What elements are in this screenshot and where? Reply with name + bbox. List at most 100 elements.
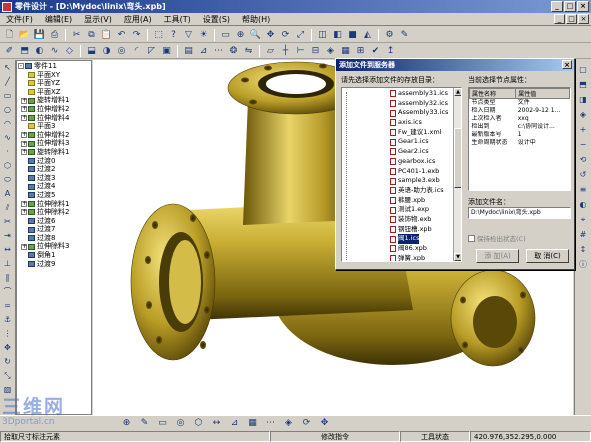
file-list-item[interactable]: 钢钮槽.xpb <box>390 225 460 235</box>
tree-item[interactable]: + 拉伸增料2 <box>17 105 91 114</box>
dialog-close-button[interactable]: × <box>562 60 572 69</box>
bottom-tool-6-icon[interactable]: ↔ <box>210 417 223 430</box>
tree-item[interactable]: 平面YZ <box>17 79 91 88</box>
measure-icon[interactable]: ⊢ <box>294 44 307 57</box>
pointer-icon[interactable]: ↖ <box>1 62 14 74</box>
undo-icon[interactable]: ↶ <box>115 28 128 41</box>
tree-item[interactable]: 过渡0 <box>17 157 91 166</box>
fillet-icon[interactable]: ◜ <box>130 44 143 57</box>
library-icon[interactable]: ▦ <box>339 44 352 57</box>
file-list-item[interactable]: 弹簧.xpb <box>390 254 460 261</box>
cancel-button[interactable]: 取 消(C) <box>526 249 569 263</box>
menu-settings[interactable]: 设置(S) <box>203 14 230 25</box>
file-list-item[interactable]: sample3.exb <box>390 176 460 186</box>
grid-icon[interactable]: # <box>577 229 590 241</box>
file-list-item[interactable]: Gear1.ics <box>390 137 460 147</box>
arc-icon[interactable]: ◠ <box>1 118 14 130</box>
fix-icon[interactable]: ⚓ <box>1 314 14 326</box>
menu-edit[interactable]: 编辑(E) <box>45 14 72 25</box>
menu-tools[interactable]: 工具(T) <box>164 14 191 25</box>
file-list-item[interactable]: 阀1.ics <box>390 234 460 245</box>
bottom-tool-12-icon[interactable]: ✥ <box>318 417 331 430</box>
redo-icon[interactable]: ↷ <box>130 28 143 41</box>
offset-icon[interactable]: ⫽ <box>1 202 14 214</box>
tree-item[interactable]: 过渡2 <box>17 165 91 174</box>
section-icon[interactable]: ⊟ <box>309 44 322 57</box>
file-list-item[interactable]: Gear2.ics <box>390 147 460 157</box>
trim-icon[interactable]: ✂ <box>1 216 14 228</box>
file-list-item[interactable]: 装饰物.exb <box>390 215 460 225</box>
extrude-icon[interactable]: ⬒ <box>18 44 31 57</box>
chamfer-icon[interactable]: ◸ <box>145 44 158 57</box>
expand-toggle-icon[interactable]: + <box>21 106 27 113</box>
zoom-icon[interactable]: 🔍 <box>249 28 262 41</box>
move-icon[interactable]: ✥ <box>1 342 14 354</box>
checkout-icon[interactable]: ↥ <box>384 44 397 57</box>
file-list-item[interactable]: axis.ics <box>390 118 460 128</box>
measure-distance-icon[interactable]: ↕ <box>577 244 590 256</box>
tangent-icon[interactable]: ⌒ <box>1 286 14 298</box>
doc-restore-button[interactable]: □ <box>566 14 577 24</box>
bottom-tool-11-icon[interactable]: ⟳ <box>300 417 313 430</box>
close-button[interactable]: × <box>577 1 589 12</box>
orbit-icon[interactable]: ⟲ <box>577 154 590 166</box>
cut-revolve-icon[interactable]: ◑ <box>100 44 113 57</box>
tree-item[interactable]: + 拉伸增料4 <box>17 114 91 123</box>
ellipse-icon[interactable]: ⬭ <box>1 174 14 186</box>
tree-item[interactable]: 平面3 <box>17 122 91 131</box>
tree-item[interactable]: - 零件11 <box>17 62 91 71</box>
zoom-window-icon[interactable]: ⊕ <box>234 28 247 41</box>
revolve-icon[interactable]: ◐ <box>33 44 46 57</box>
bottom-tool-5-icon[interactable]: ⬡ <box>192 417 205 430</box>
tree-item[interactable]: 过渡9 <box>17 260 91 269</box>
maximize-button[interactable]: □ <box>564 1 576 12</box>
view-top-icon[interactable]: ⬒ <box>577 79 590 91</box>
point-icon[interactable]: · <box>1 146 14 158</box>
fit-icon[interactable]: ⤢ <box>294 28 307 41</box>
file-list-item[interactable]: Fw_建议1.xml <box>390 128 460 138</box>
file-list-item[interactable]: gearbox.ics <box>390 157 460 167</box>
bottom-tool-2-icon[interactable]: ✎ <box>138 417 151 430</box>
shaded-icon[interactable]: ■ <box>346 28 359 41</box>
shell-icon[interactable]: ▣ <box>160 44 173 57</box>
tree-item[interactable]: + 拉伸增料3 <box>17 139 91 148</box>
expand-toggle-icon[interactable]: - <box>18 63 24 70</box>
line-icon[interactable]: ╱ <box>1 76 14 88</box>
pan-icon[interactable]: ✥ <box>264 28 277 41</box>
rectangle-icon[interactable]: ▭ <box>1 90 14 102</box>
snap-icon[interactable]: ⌖ <box>577 214 590 226</box>
pattern-circular-icon[interactable]: ❂ <box>227 44 240 57</box>
view-front-icon[interactable]: ▢ <box>577 64 590 76</box>
expand-toggle-icon[interactable]: + <box>21 132 27 139</box>
window-icon[interactable]: ▭ <box>219 28 232 41</box>
dimension-icon[interactable]: ↔ <box>1 244 14 256</box>
copy-icon[interactable]: ⧉ <box>85 28 98 41</box>
keep-checkout-option[interactable]: 保持检出状态(C) <box>468 233 526 243</box>
constraint-icon[interactable]: ⊥ <box>1 258 14 270</box>
file-list-item[interactable]: assembly32.ics <box>390 99 460 109</box>
file-list-item[interactable]: 裤腰.xpb <box>390 196 460 206</box>
tree-item[interactable]: + 拉伸除料1 <box>17 200 91 209</box>
bottom-tool-7-icon[interactable]: ⊿ <box>228 417 241 430</box>
polygon-icon[interactable]: ⬡ <box>1 160 14 172</box>
scroll-thumb[interactable] <box>454 128 461 188</box>
tree-item[interactable]: 过渡7 <box>17 225 91 234</box>
file-list-item[interactable]: PC401-1.exb <box>390 167 460 177</box>
bottom-tool-4-icon[interactable]: ◎ <box>174 417 187 430</box>
draft-icon[interactable]: ⊿ <box>197 44 210 57</box>
scale-icon[interactable]: ⤡ <box>1 370 14 382</box>
scroll-down-icon[interactable]: ▼ <box>454 253 461 261</box>
wireframe-icon[interactable]: ◫ <box>316 28 329 41</box>
pattern-linear-icon[interactable]: ⋯ <box>212 44 225 57</box>
parallel-icon[interactable]: ∥ <box>1 272 14 284</box>
cut-extrude-icon[interactable]: ⬓ <box>85 44 98 57</box>
file-list-item[interactable]: 测试1.exp <box>390 205 460 215</box>
pencil-icon[interactable]: ✎ <box>398 28 411 41</box>
rotate-icon[interactable]: ⟳ <box>279 28 292 41</box>
bottom-tool-3-icon[interactable]: ▭ <box>156 417 169 430</box>
minimize-button[interactable]: _ <box>551 1 563 12</box>
material-icon[interactable]: ◈ <box>324 44 337 57</box>
file-list-item[interactable]: Assembly33.ics <box>390 108 460 118</box>
filter-icon[interactable]: ▽ <box>182 28 195 41</box>
plane-icon[interactable]: ▱ <box>264 44 277 57</box>
